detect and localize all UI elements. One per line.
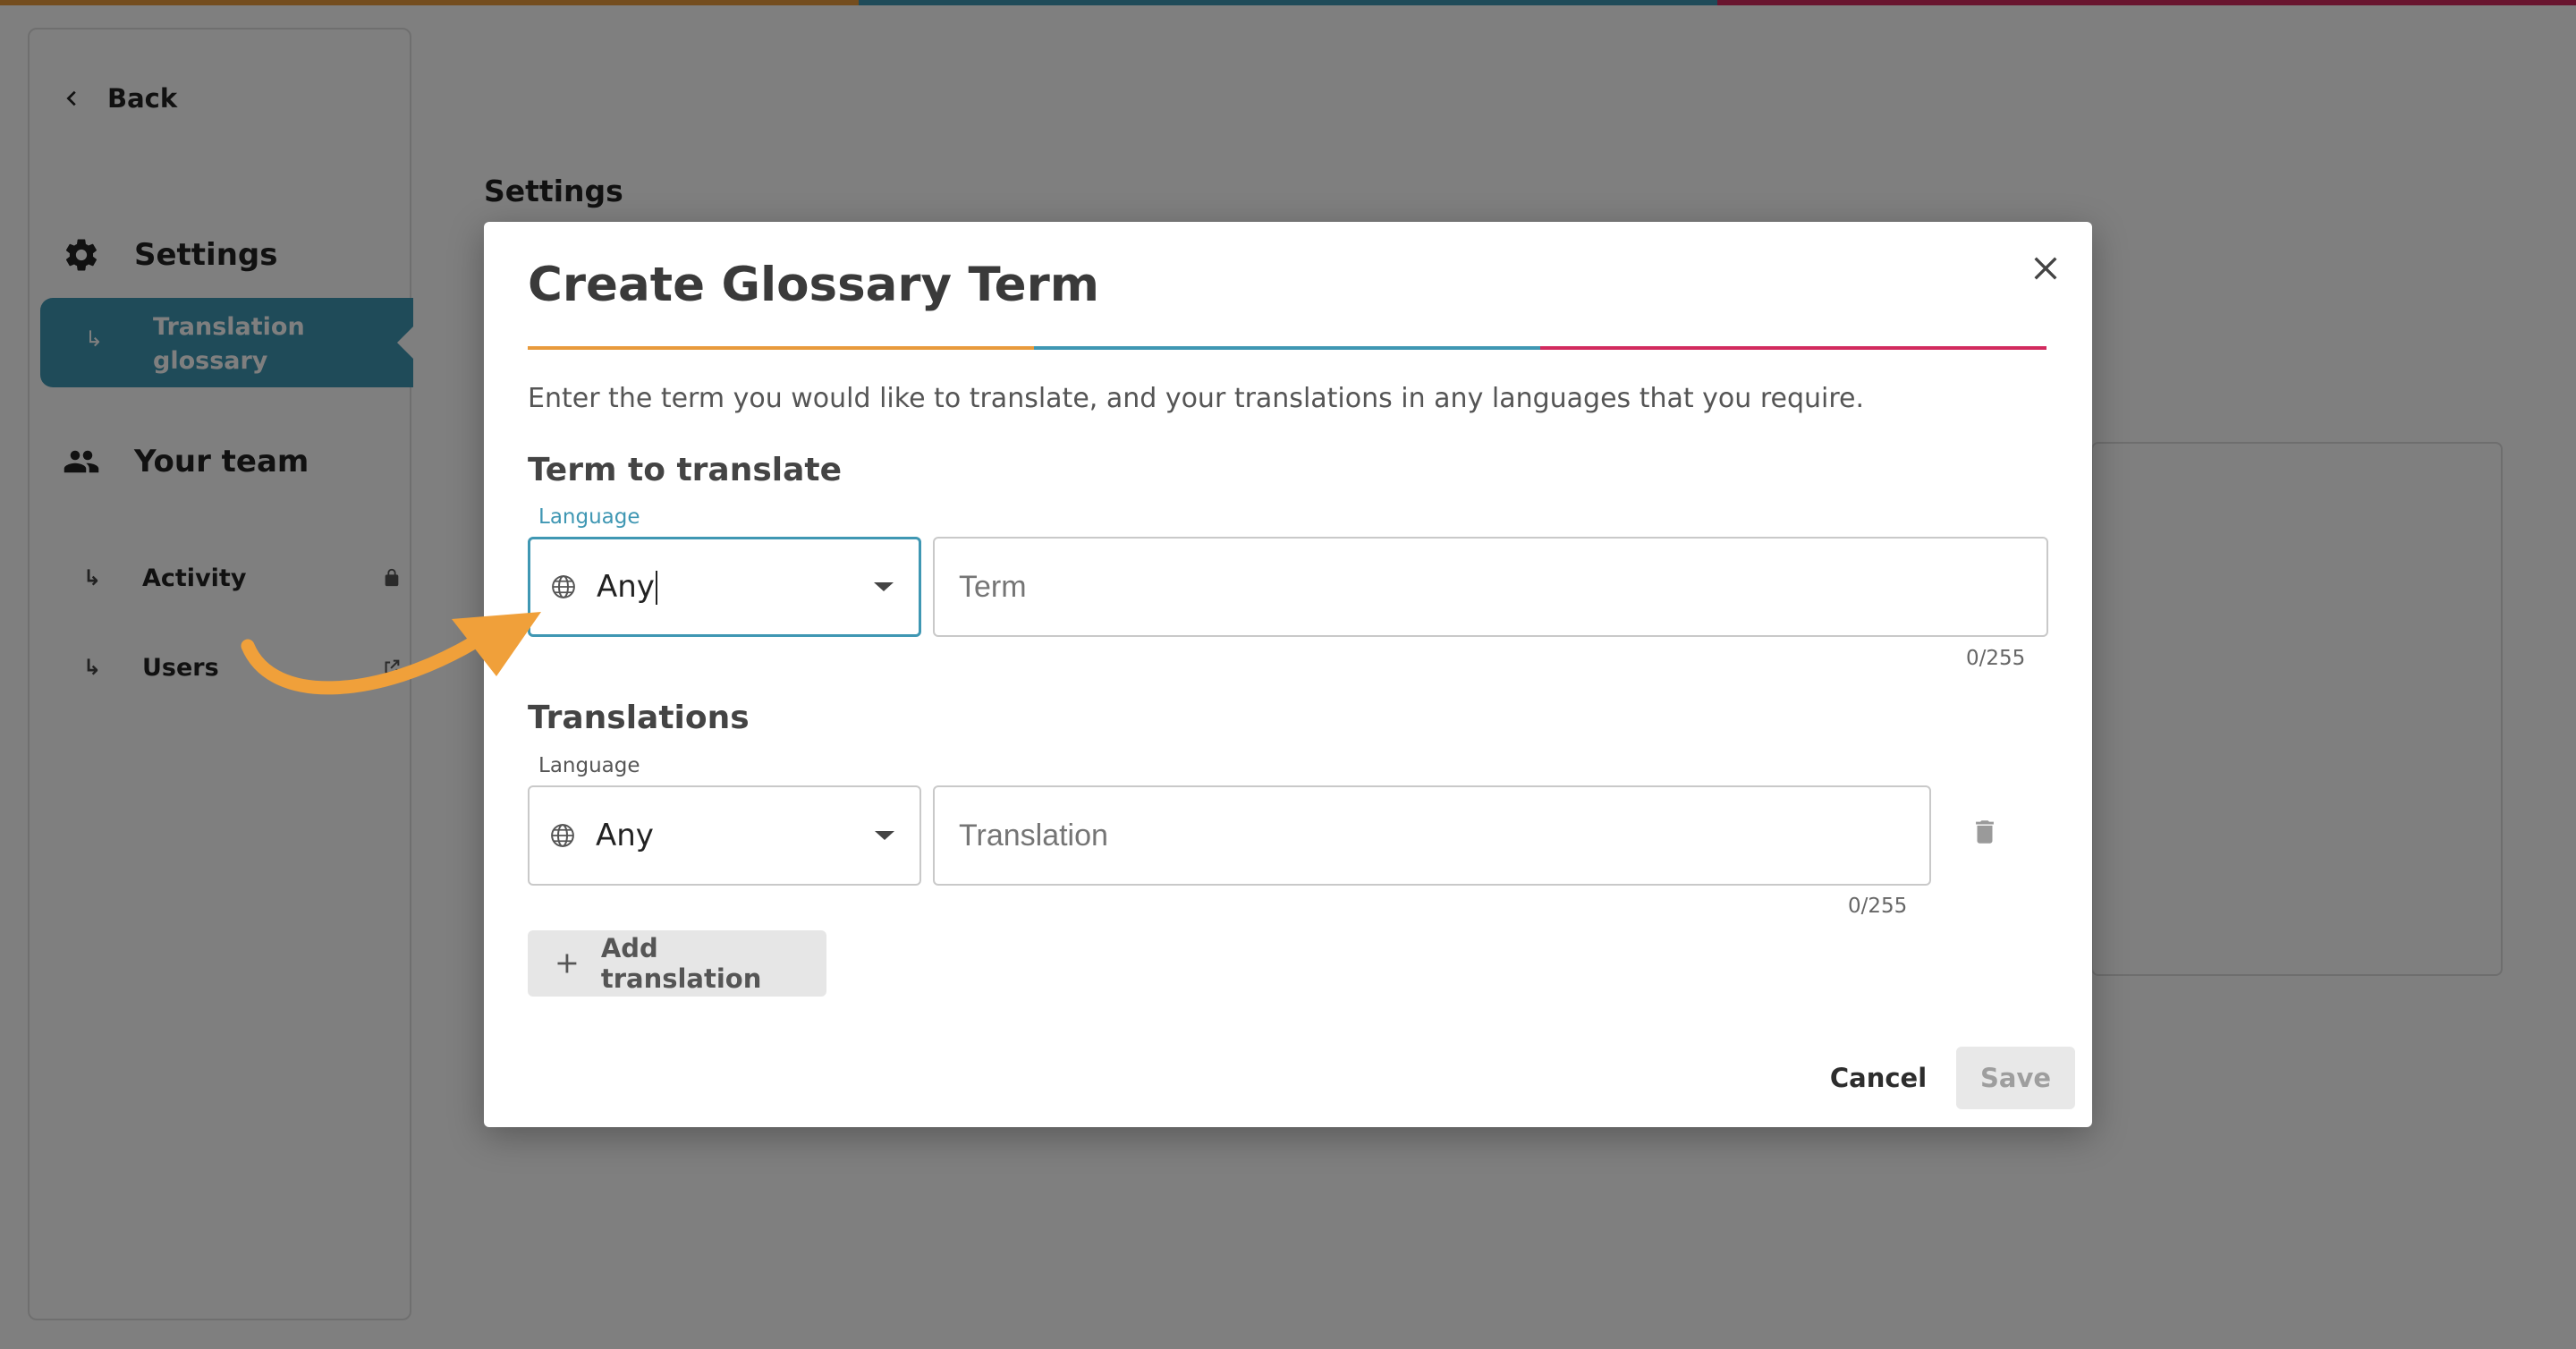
plus-icon	[557, 954, 577, 973]
translation-char-counter: 0/255	[1848, 895, 1908, 918]
trash-icon[interactable]	[1970, 817, 2000, 847]
translation-language-select[interactable]: Any	[528, 785, 921, 886]
translation-language-value: Any	[596, 818, 654, 853]
term-field[interactable]	[933, 537, 2048, 637]
close-icon	[2034, 257, 2057, 280]
translations-section-heading: Translations	[528, 700, 750, 736]
translation-field[interactable]	[933, 785, 1931, 886]
dropdown-caret-icon	[874, 582, 894, 591]
cancel-button[interactable]: Cancel	[1829, 1047, 1928, 1109]
annotation-arrow-icon	[241, 612, 541, 695]
term-section-heading: Term to translate	[528, 452, 843, 488]
close-button[interactable]	[2024, 247, 2067, 290]
text-cursor	[655, 571, 657, 606]
translation-input[interactable]	[959, 818, 1905, 853]
dialog-title: Create Glossary Term	[528, 258, 1099, 312]
dropdown-caret-icon	[875, 831, 894, 840]
add-translation-button[interactable]: Add translation	[528, 930, 826, 997]
term-language-value: Any	[597, 569, 874, 606]
create-glossary-term-dialog: Create Glossary Term Enter the term you …	[484, 222, 2092, 1127]
dialog-description: Enter the term you would like to transla…	[528, 383, 1865, 414]
translation-language-label: Language	[538, 754, 640, 777]
term-language-select[interactable]: Any	[528, 537, 921, 637]
add-translation-label: Add translation	[600, 933, 762, 994]
term-input[interactable]	[959, 569, 2022, 605]
save-button[interactable]: Save	[1956, 1047, 2075, 1109]
term-char-counter: 0/255	[1966, 647, 2026, 670]
title-divider	[528, 346, 2046, 350]
term-language-label: Language	[538, 505, 640, 529]
globe-icon	[551, 824, 574, 847]
globe-icon	[552, 575, 575, 598]
